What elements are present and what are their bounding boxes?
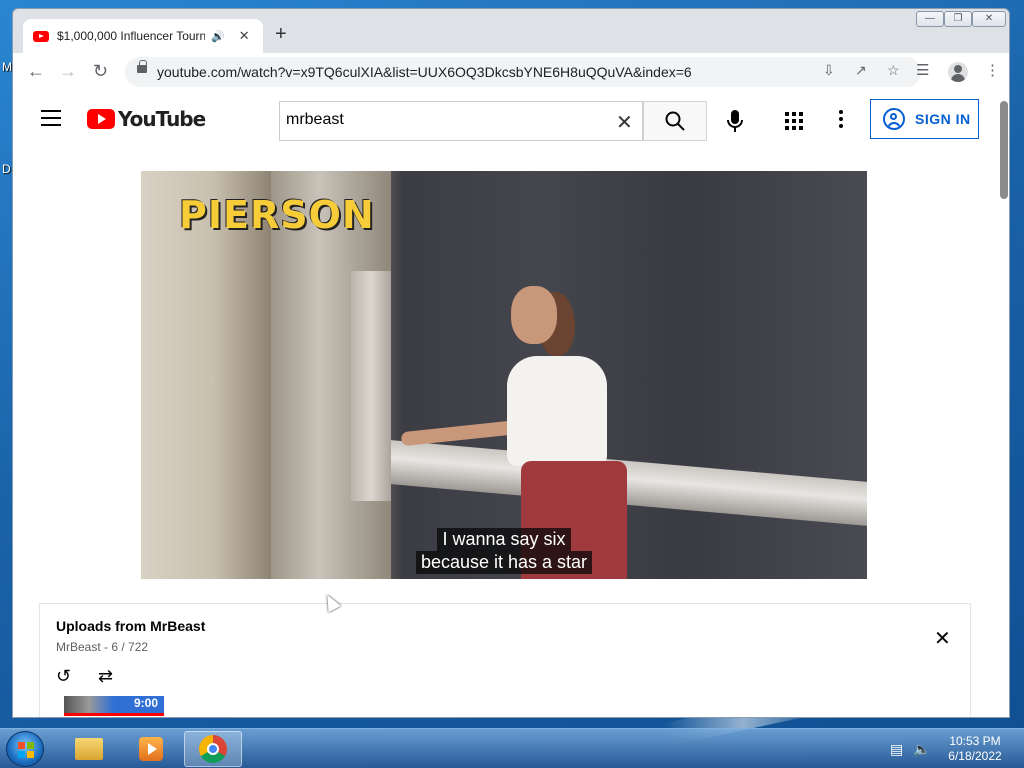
youtube-play-logo-icon	[87, 109, 115, 129]
account-circle-icon	[883, 108, 905, 130]
chrome-menu-icon[interactable]: ⋮	[985, 61, 1000, 79]
taskbar-media-player[interactable]	[122, 731, 180, 767]
install-app-icon[interactable]: ⇩	[823, 62, 835, 79]
watch-progress-bar	[64, 713, 164, 716]
volume-icon[interactable]: 🔈	[913, 741, 930, 757]
tab-close-icon[interactable]: ✕	[239, 28, 250, 44]
hamburger-menu-icon[interactable]	[41, 110, 61, 126]
url-text[interactable]: youtube.com/watch?v=x9TQ6culXIA&list=UUX…	[157, 64, 692, 80]
microphone-icon[interactable]	[725, 109, 745, 133]
search-icon	[665, 111, 685, 131]
minimize-button[interactable]: —	[916, 11, 944, 27]
windows-logo-icon	[18, 742, 34, 758]
playlist-close-icon[interactable]: ✕	[934, 626, 951, 651]
youtube-favicon-icon	[33, 30, 49, 42]
omnibox[interactable]: youtube.com/watch?v=x9TQ6culXIA&list=UUX…	[125, 57, 921, 87]
shuffle-icon[interactable]: ⇄	[98, 666, 113, 687]
taskbar-explorer[interactable]	[60, 731, 118, 767]
reload-icon[interactable]: ↻	[93, 61, 108, 82]
new-tab-button[interactable]: +	[275, 23, 287, 46]
tab-title: $1,000,000 Influencer Tourna	[57, 29, 205, 43]
bookmark-star-icon[interactable]: ☆	[887, 62, 900, 79]
speaker-icon[interactable]: 🔊	[211, 30, 225, 43]
sign-in-label: SIGN IN	[915, 111, 971, 127]
loop-playlist-icon[interactable]: ↺	[56, 666, 71, 687]
desktop-edge-label-1: M	[2, 60, 12, 74]
search-box[interactable]: ✕	[279, 101, 643, 141]
start-button[interactable]	[6, 731, 44, 767]
desktop-edge-label-2: D	[2, 162, 11, 176]
video-captions: I wanna say six because it has a star	[141, 528, 867, 574]
video-name-overlay: PIERSON	[179, 193, 375, 237]
network-icon[interactable]: ▤	[890, 741, 903, 757]
youtube-page: YouTube ✕ SIGN IN	[13, 91, 1009, 717]
restore-button[interactable]: ❐	[944, 11, 972, 27]
system-tray: ▤ 🔈	[890, 741, 931, 758]
thumbnail-duration: 9:00	[133, 696, 158, 710]
address-bar-row: ← → ↻ youtube.com/watch?v=x9TQ6culXIA&li…	[13, 53, 1009, 91]
video-elevator-panel	[351, 271, 391, 501]
playlist-panel: Uploads from MrBeast MrBeast - 6 / 722 ✕…	[39, 603, 971, 717]
clock-time: 10:53 PM	[949, 734, 1001, 748]
scrollbar-thumb[interactable]	[1000, 101, 1008, 199]
youtube-header: YouTube ✕ SIGN IN	[13, 91, 1009, 147]
close-window-button[interactable]: ✕	[972, 11, 1006, 27]
playlist-item-thumbnail[interactable]: 9:00	[64, 696, 164, 716]
chrome-window: $1,000,000 Influencer Tourna 🔊 ✕ + — ❐ ✕…	[12, 8, 1010, 718]
youtube-logo[interactable]: YouTube	[87, 107, 206, 131]
clear-search-icon[interactable]: ✕	[616, 110, 633, 135]
playlist-subtitle[interactable]: MrBeast - 6 / 722	[56, 640, 148, 654]
media-controls-icon[interactable]: ☰	[916, 61, 929, 79]
caption-line-1: I wanna say six	[437, 528, 571, 551]
caption-line-2: because it has a star	[415, 551, 593, 574]
settings-kebab-icon[interactable]	[839, 110, 843, 131]
back-arrow-icon[interactable]: ←	[27, 61, 45, 82]
taskbar-chrome[interactable]	[184, 731, 242, 767]
playlist-title[interactable]: Uploads from MrBeast	[56, 618, 205, 634]
profile-avatar-icon[interactable]	[948, 62, 968, 82]
forward-arrow-icon[interactable]: →	[59, 61, 77, 82]
taskbar-clock[interactable]: 10:53 PM 6/18/2022	[940, 734, 1010, 764]
lock-icon[interactable]	[137, 60, 147, 73]
chrome-icon	[199, 735, 227, 763]
sign-in-button[interactable]: SIGN IN	[870, 99, 979, 139]
folder-icon	[75, 738, 103, 760]
apps-grid-icon[interactable]	[785, 112, 803, 130]
page-scrollbar[interactable]	[997, 91, 1009, 717]
share-icon[interactable]: ↗	[855, 62, 867, 79]
video-player[interactable]: PIERSON I wanna say six because it has a…	[141, 171, 867, 579]
windows-taskbar: ▤ 🔈 10:53 PM 6/18/2022	[0, 728, 1024, 768]
media-player-icon	[139, 737, 163, 761]
clock-date: 6/18/2022	[948, 749, 1002, 763]
tab-strip: $1,000,000 Influencer Tourna 🔊 ✕ + — ❐ ✕	[13, 9, 1009, 53]
search-input[interactable]	[286, 110, 606, 130]
youtube-logo-text: YouTube	[118, 107, 206, 131]
tab-active[interactable]: $1,000,000 Influencer Tourna 🔊 ✕	[23, 19, 263, 53]
search-button[interactable]	[643, 101, 707, 141]
